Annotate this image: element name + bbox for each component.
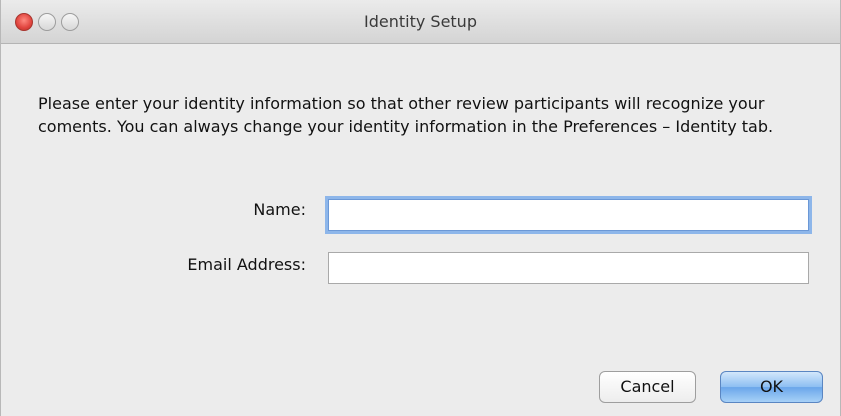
name-label: Name: <box>253 200 306 219</box>
title-bar: Identity Setup <box>1 0 840 44</box>
identity-setup-dialog: Identity Setup Please enter your identit… <box>0 0 841 416</box>
cancel-button[interactable]: Cancel <box>599 371 696 403</box>
window-title: Identity Setup <box>364 12 477 31</box>
ok-button[interactable]: OK <box>720 371 823 403</box>
name-input[interactable] <box>328 199 809 231</box>
email-label: Email Address: <box>187 255 306 274</box>
email-input[interactable] <box>328 252 809 284</box>
instructions-text: Please enter your identity information s… <box>38 94 774 136</box>
